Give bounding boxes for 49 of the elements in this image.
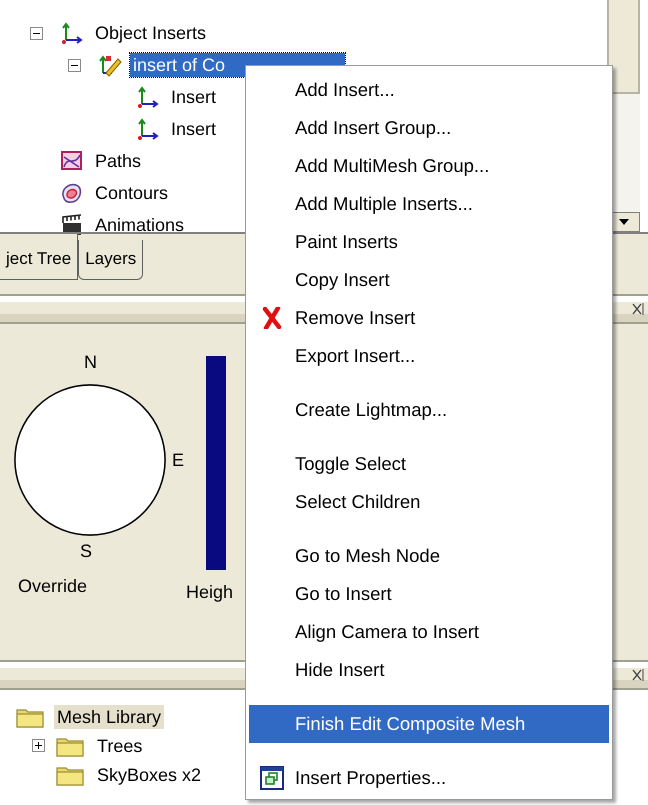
tree-item[interactable]: SkyBoxes x2 — [94, 762, 204, 786]
menu-item[interactable]: Select Children — [249, 483, 609, 521]
menu-item[interactable]: Export Insert... — [249, 337, 609, 375]
override-label: Override — [17, 576, 88, 597]
menu-item[interactable]: Insert Properties... — [249, 759, 609, 797]
menu-item[interactable]: Add Insert Group... — [249, 109, 609, 147]
menu-item[interactable]: Hide Insert — [249, 651, 609, 689]
tree-item[interactable]: Insert — [168, 117, 220, 141]
tree-item[interactable]: Trees — [94, 734, 146, 758]
stacked-squares-icon — [260, 766, 284, 790]
pencil-axes-icon — [98, 53, 122, 77]
tree-item[interactable]: Insert — [168, 85, 220, 109]
menu-item[interactable]: Add Multiple Inserts... — [249, 185, 609, 223]
menu-item[interactable]: Remove Insert — [249, 299, 609, 337]
tree-item[interactable]: Mesh Library — [54, 704, 164, 728]
tree-item[interactable]: Animations — [92, 213, 188, 237]
close-icon[interactable] — [632, 668, 644, 682]
compass-dial[interactable] — [12, 382, 168, 538]
curve-frame-icon — [60, 149, 84, 173]
axes-icon — [60, 21, 84, 45]
menu-item[interactable]: Go to Insert — [249, 575, 609, 613]
north-label: N — [83, 351, 98, 374]
tree-item[interactable]: Paths — [92, 149, 144, 173]
caret-icon — [618, 219, 628, 225]
menu-item[interactable]: Toggle Select — [249, 445, 609, 483]
axes-icon — [136, 85, 160, 109]
menu-item[interactable]: Paint Inserts — [249, 223, 609, 261]
clapperboard-icon — [60, 213, 84, 237]
contour-icon — [60, 181, 84, 205]
x-icon — [262, 307, 282, 329]
panel-tab[interactable]: Layers — [78, 240, 144, 280]
axes-icon — [136, 117, 160, 141]
menu-item[interactable]: Add MultiMesh Group... — [249, 147, 609, 185]
menu-item[interactable]: Create Lightmap... — [249, 391, 609, 429]
close-icon[interactable] — [632, 302, 644, 316]
panel-tab[interactable]: ject Tree — [0, 234, 78, 280]
menu-item[interactable]: Finish Edit Composite Mesh — [249, 705, 609, 743]
expander-box[interactable] — [30, 26, 43, 40]
scrollbar-thumb[interactable] — [607, 0, 640, 94]
tree-item[interactable]: Object Inserts — [92, 21, 210, 45]
menu-item[interactable]: Align Camera to Insert — [249, 613, 609, 651]
height-label: Heigh — [186, 582, 234, 603]
menu-item[interactable]: Go to Mesh Node — [249, 537, 609, 575]
expander-box[interactable] — [68, 58, 81, 72]
menu-item[interactable]: Copy Insert — [249, 261, 609, 299]
south-label: S — [79, 540, 94, 563]
expander-box[interactable] — [32, 739, 45, 752]
tree-item[interactable]: Contours — [92, 181, 172, 205]
east-label: E — [172, 450, 184, 470]
